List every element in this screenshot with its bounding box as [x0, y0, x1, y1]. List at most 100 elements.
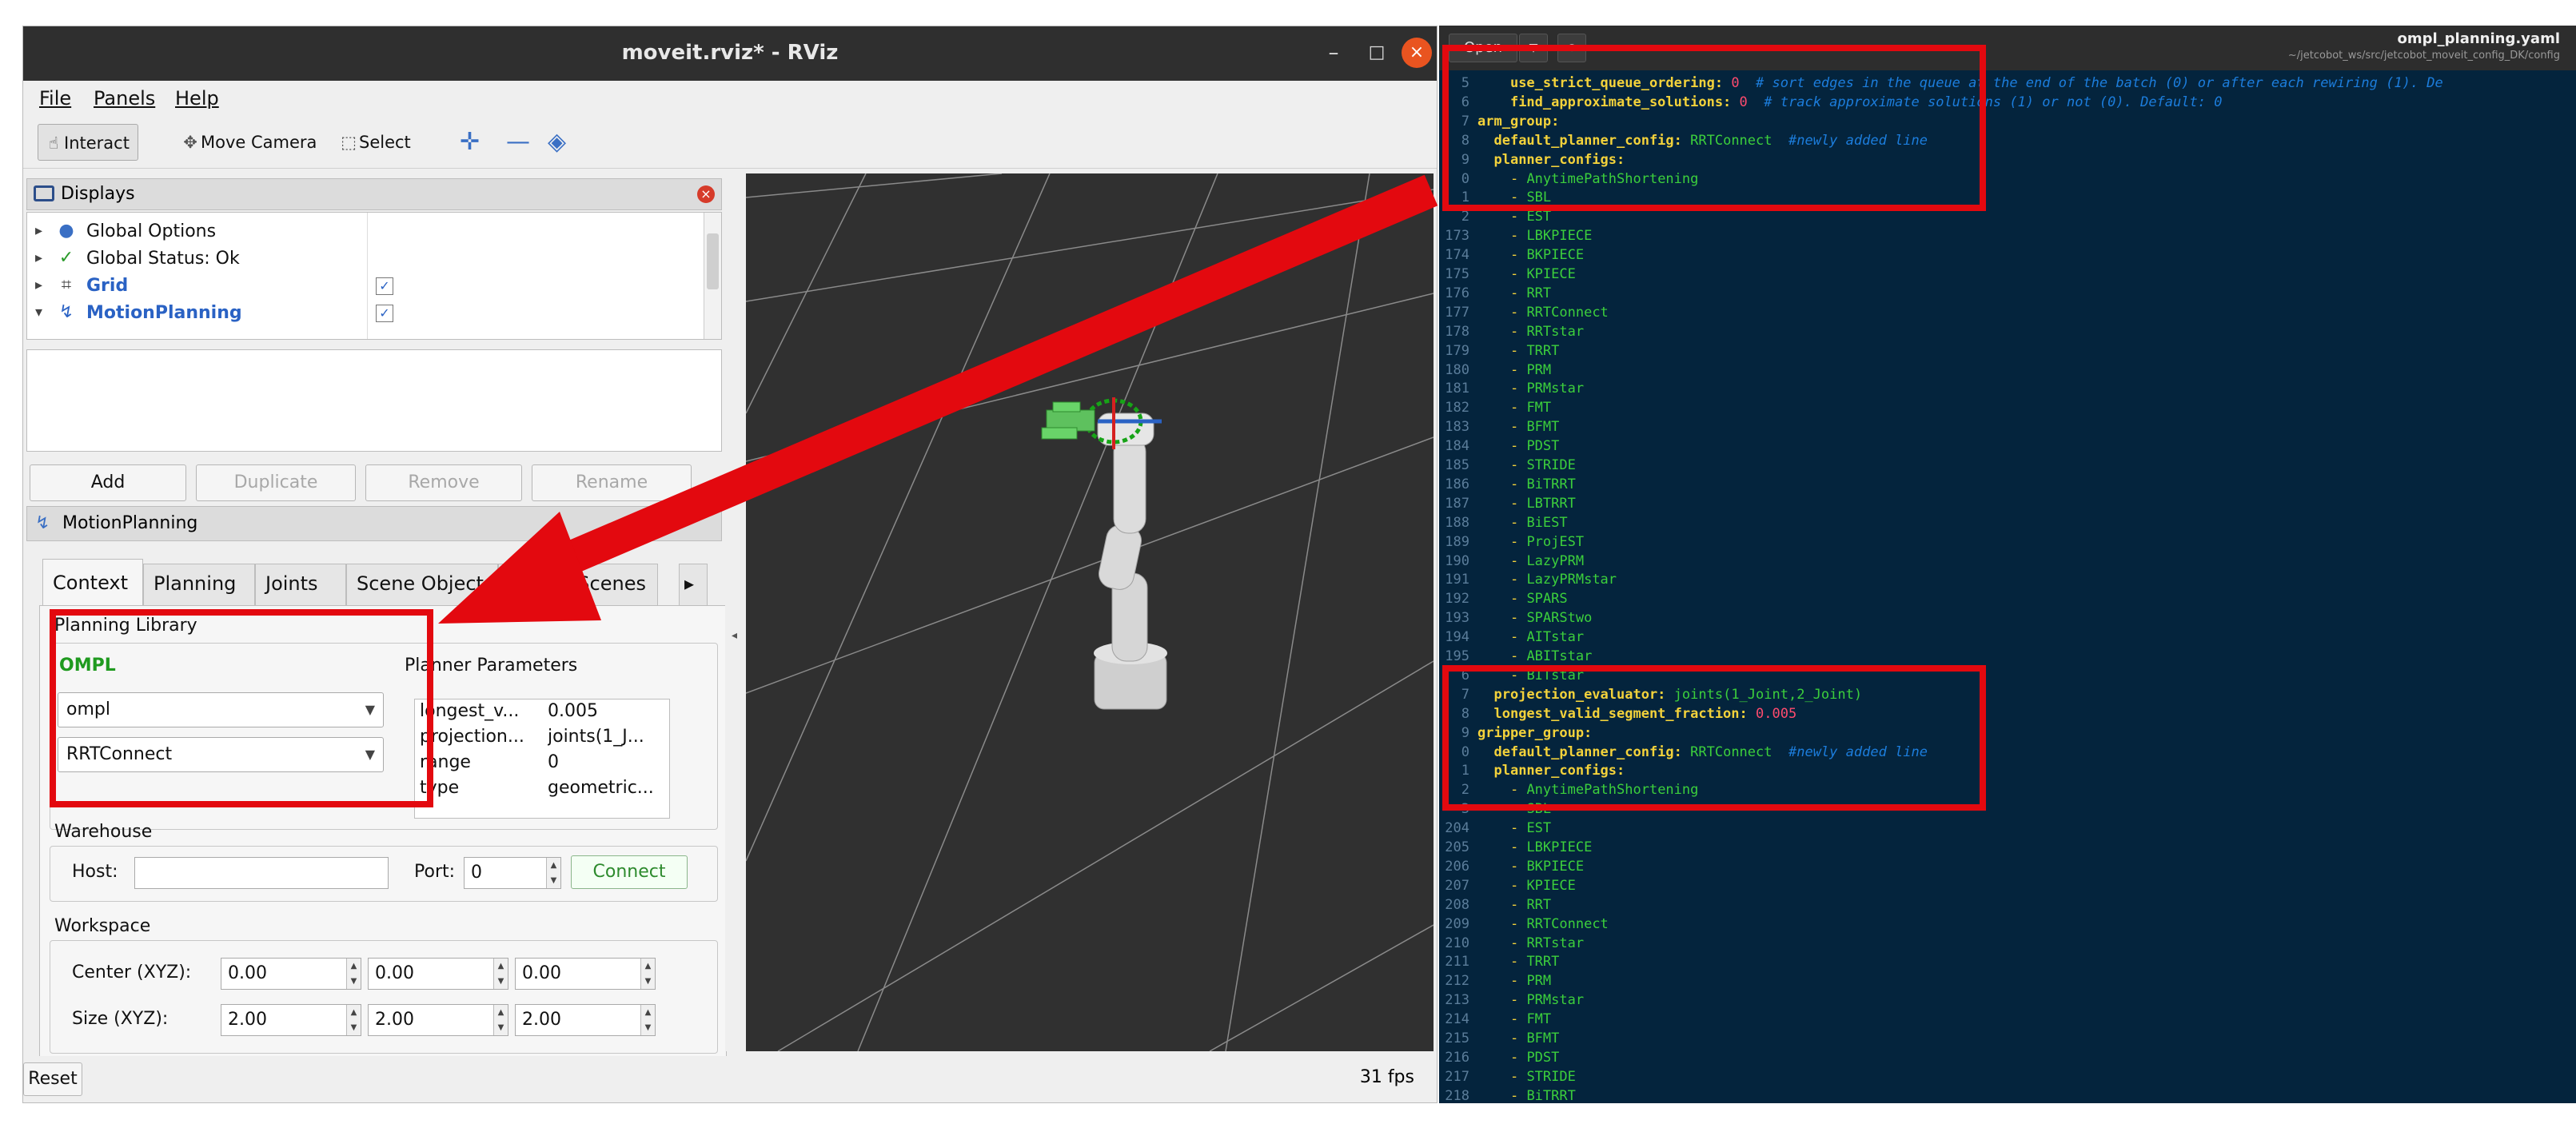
port-stepper[interactable]: 0 ▲ ▼ — [464, 857, 561, 889]
3d-viewport[interactable] — [746, 173, 1434, 1051]
line-number: 213 — [1445, 992, 1469, 1009]
port-label: Port: — [414, 862, 456, 882]
list-item-value: FMT — [1526, 400, 1552, 417]
expand-arrow-icon[interactable]: ▸ — [35, 222, 42, 239]
line-number: 194 — [1445, 629, 1469, 646]
line-number: 208 — [1445, 896, 1469, 913]
display-properties-area — [26, 349, 722, 452]
line-number: 186 — [1445, 476, 1469, 492]
center-y-stepper[interactable]: 0.00 ▲ ▼ — [368, 958, 508, 990]
list-item-value: PRM — [1526, 361, 1552, 378]
scrollbar-thumb[interactable] — [707, 233, 719, 289]
line-content: - BFMT — [1477, 417, 1559, 436]
menu-panels[interactable]: Panels — [94, 87, 155, 110]
list-item-value: ABITstar — [1526, 648, 1593, 664]
line-number: 182 — [1445, 400, 1469, 417]
move-camera-tool-button[interactable]: ✥ Move Camera — [175, 124, 325, 161]
list-dash: - — [1509, 1030, 1527, 1046]
tab-scene-objects[interactable]: Scene Objects — [346, 564, 498, 605]
list-dash: - — [1509, 935, 1527, 951]
duplicate-button[interactable]: Duplicate — [196, 464, 356, 501]
param-value[interactable]: geometric... — [548, 778, 668, 798]
expand-arrow-icon[interactable]: ▸ — [35, 249, 42, 266]
list-item-value: BFMT — [1526, 1030, 1560, 1046]
line-number: 209 — [1445, 915, 1469, 932]
spin-arrows-icon[interactable]: ▲ ▼ — [346, 959, 361, 989]
table-row[interactable]: type geometric... — [415, 778, 669, 802]
size-x-stepper[interactable]: 2.00 ▲ ▼ — [221, 1004, 361, 1036]
line-content: - RRTstar — [1477, 934, 1584, 953]
size-x-value: 2.00 — [228, 1010, 267, 1030]
add-button[interactable]: Add — [30, 464, 186, 501]
focus-camera-button[interactable]: ✛ — [455, 124, 488, 161]
spin-arrows-icon[interactable]: ▲ ▼ — [546, 858, 560, 888]
list-dash: - — [1509, 973, 1527, 990]
spin-arrows-icon[interactable]: ▲ ▼ — [493, 1005, 508, 1035]
param-key: projection... — [420, 727, 524, 747]
tab-scroll-right[interactable]: ▸ — [679, 564, 708, 605]
param-value[interactable]: 0 — [548, 752, 668, 772]
center-z-stepper[interactable]: 0.00 ▲ ▼ — [515, 958, 656, 990]
table-row[interactable]: projection... joints(1_J... — [415, 727, 669, 751]
robot-arm — [1041, 397, 1167, 710]
tab-joints[interactable]: Joints — [255, 564, 346, 605]
list-item-value: LBKPIECE — [1526, 228, 1593, 245]
table-row[interactable]: longest_v... 0.005 — [415, 701, 669, 725]
list-dash: - — [1509, 438, 1527, 455]
displays-scrollbar[interactable] — [704, 213, 721, 339]
warehouse-label: Warehouse — [54, 822, 153, 842]
list-dash: - — [1509, 648, 1527, 664]
host-input[interactable] — [134, 857, 389, 889]
size-z-stepper[interactable]: 2.00 ▲ ▼ — [515, 1004, 656, 1036]
table-row[interactable]: range 0 — [415, 752, 669, 776]
measure-tool-button[interactable]: — — [501, 124, 538, 161]
grid-enabled-checkbox[interactable]: ✓ — [376, 277, 393, 295]
rename-button[interactable]: Rename — [532, 464, 692, 501]
list-item-value: PRMstar — [1526, 992, 1585, 1009]
menu-help[interactable]: Help — [175, 87, 219, 110]
spin-arrows-icon[interactable]: ▲ ▼ — [493, 959, 508, 989]
center-label: Center (XYZ): — [72, 963, 192, 983]
spin-arrows-icon[interactable]: ▲ ▼ — [346, 1005, 361, 1035]
menu-file[interactable]: File — [39, 87, 71, 110]
tab-stored-scenes[interactable]: Stored Scenes — [498, 564, 658, 605]
minimize-button[interactable]: – — [1318, 38, 1349, 68]
title-bar: moveit.rviz* - RViz – □ × — [23, 26, 1437, 81]
reset-button[interactable]: Reset — [23, 1062, 82, 1096]
display-item-global-status[interactable]: ▸ ✓ Global Status: Ok — [27, 246, 683, 273]
list-dash: - — [1509, 533, 1527, 550]
line-number: 191 — [1445, 572, 1469, 588]
display-item-grid[interactable]: ▸ ⌗ Grid ✓ — [27, 273, 683, 301]
tab-planning[interactable]: Planning — [143, 564, 255, 605]
panel-splitter[interactable]: ◂ — [725, 173, 746, 1051]
collapse-arrow-icon[interactable]: ▾ — [35, 304, 42, 321]
list-item-value: BiEST — [1526, 514, 1568, 531]
line-number: 181 — [1445, 381, 1469, 397]
code-line: 215 - BFMT — [1439, 1029, 2576, 1048]
center-x-stepper[interactable]: 0.00 ▲ ▼ — [221, 958, 361, 990]
close-button[interactable]: × — [1402, 38, 1432, 68]
center-x-value: 0.00 — [228, 963, 267, 983]
display-item-motionplanning[interactable]: ▾ ↯ MotionPlanning ✓ — [27, 301, 683, 328]
pose-tool-button[interactable]: ◈ — [543, 124, 574, 161]
spin-arrows-icon[interactable]: ▲ ▼ — [640, 1005, 655, 1035]
center-z-value: 0.00 — [522, 963, 561, 983]
tab-context[interactable]: Context — [42, 559, 143, 607]
interact-tool-button[interactable]: ☝ Interact — [38, 124, 138, 161]
size-y-stepper[interactable]: 2.00 ▲ ▼ — [368, 1004, 508, 1036]
planner-parameters-table: longest_v... 0.005 projection... joints(1_… — [414, 699, 670, 819]
connect-button[interactable]: Connect — [571, 855, 688, 889]
line-content: - STRIDE — [1477, 456, 1576, 475]
expand-arrow-icon[interactable]: ▸ — [35, 277, 42, 293]
close-panel-icon[interactable]: × — [697, 185, 715, 203]
param-value[interactable]: 0.005 — [548, 701, 668, 721]
display-item-global-options[interactable]: ▸ ● Global Options — [27, 219, 683, 246]
param-value[interactable]: joints(1_J... — [548, 727, 668, 747]
select-tool-button[interactable]: ⬚ Select — [333, 124, 419, 161]
motionplanning-enabled-checkbox[interactable]: ✓ — [376, 305, 393, 322]
maximize-button[interactable]: □ — [1362, 38, 1392, 68]
spin-arrows-icon[interactable]: ▲ ▼ — [640, 959, 655, 989]
code-line: 213 - PRMstar — [1439, 990, 2576, 1010]
remove-button[interactable]: Remove — [365, 464, 522, 501]
collapse-left-icon[interactable]: ◂ — [732, 629, 737, 642]
